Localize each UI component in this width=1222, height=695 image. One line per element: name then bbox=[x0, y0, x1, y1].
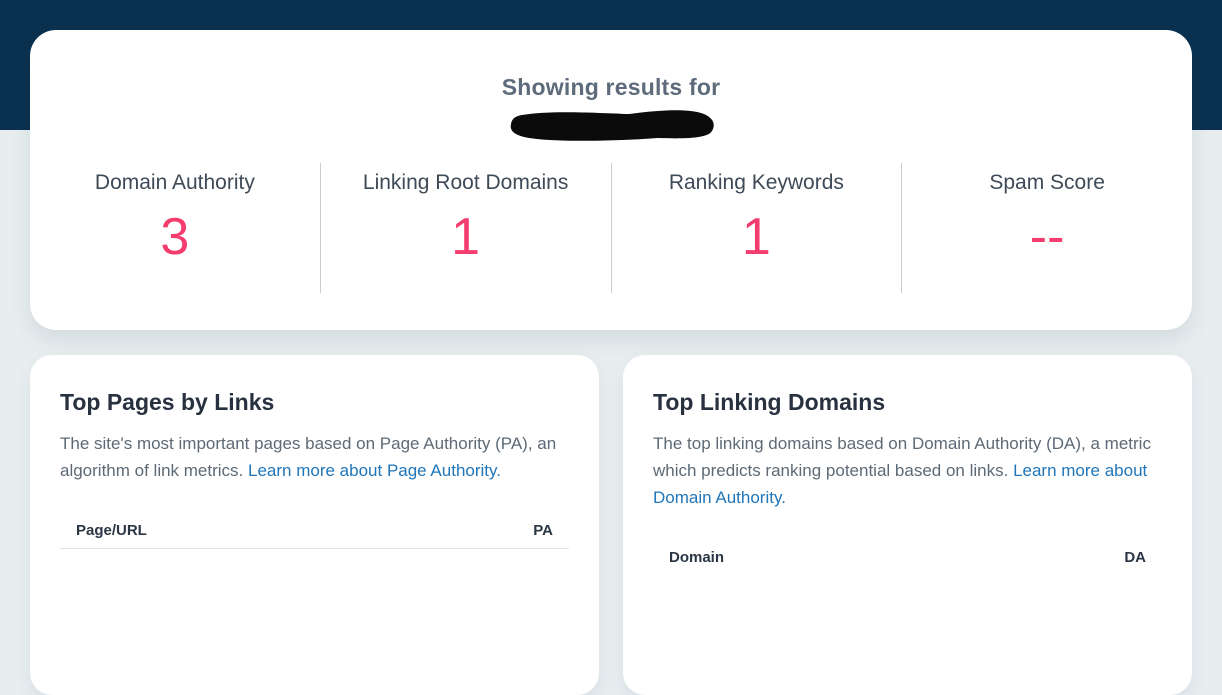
top-pages-by-links-card: Top Pages by Links The site's most impor… bbox=[30, 355, 599, 695]
card-title: Top Linking Domains bbox=[653, 389, 886, 415]
table-header-row: Domain DA bbox=[653, 549, 1162, 566]
metric-value: -- bbox=[1029, 208, 1065, 266]
redacted-domain bbox=[30, 107, 1192, 143]
detail-cards-section: Top Pages by Links The site's most impor… bbox=[30, 355, 1192, 695]
metric-spam-score: Spam Score -- bbox=[901, 163, 1192, 293]
metric-label: Spam Score bbox=[989, 171, 1105, 194]
metrics-row: Domain Authority 3 Linking Root Domains … bbox=[30, 163, 1192, 293]
card-description: The site's most important pages based on… bbox=[60, 430, 569, 484]
metric-ranking-keywords: Ranking Keywords 1 bbox=[610, 163, 902, 293]
metric-label: Domain Authority bbox=[94, 171, 255, 194]
top-linking-domains-card: Top Linking Domains The top linking doma… bbox=[623, 355, 1192, 695]
showing-results-title: Showing results for bbox=[501, 74, 721, 100]
metric-domain-authority: Domain Authority 3 bbox=[30, 163, 320, 293]
metric-value: 1 bbox=[451, 208, 481, 266]
card-description: The top linking domains based on Domain … bbox=[653, 430, 1162, 511]
metric-value: 3 bbox=[160, 208, 190, 266]
redaction-marker-blob bbox=[510, 110, 714, 141]
learn-more-page-authority-link[interactable]: Learn more about Page Authority. bbox=[248, 461, 501, 480]
column-header-pa: PA bbox=[533, 522, 553, 539]
metric-linking-root-domains: Linking Root Domains 1 bbox=[319, 163, 611, 293]
metric-value: 1 bbox=[741, 208, 771, 266]
column-header-page-url: Page/URL bbox=[76, 522, 147, 539]
column-header-domain: Domain bbox=[669, 549, 725, 566]
table-header-divider bbox=[60, 548, 569, 549]
metric-label: Linking Root Domains bbox=[362, 171, 569, 194]
column-header-da: DA bbox=[1124, 549, 1146, 566]
card-title: Top Pages by Links bbox=[60, 389, 275, 415]
table-header-row: Page/URL PA bbox=[60, 522, 569, 539]
metric-label: Ranking Keywords bbox=[668, 171, 844, 194]
results-summary-card: Showing results for Domain Authority 3 L… bbox=[30, 30, 1192, 330]
